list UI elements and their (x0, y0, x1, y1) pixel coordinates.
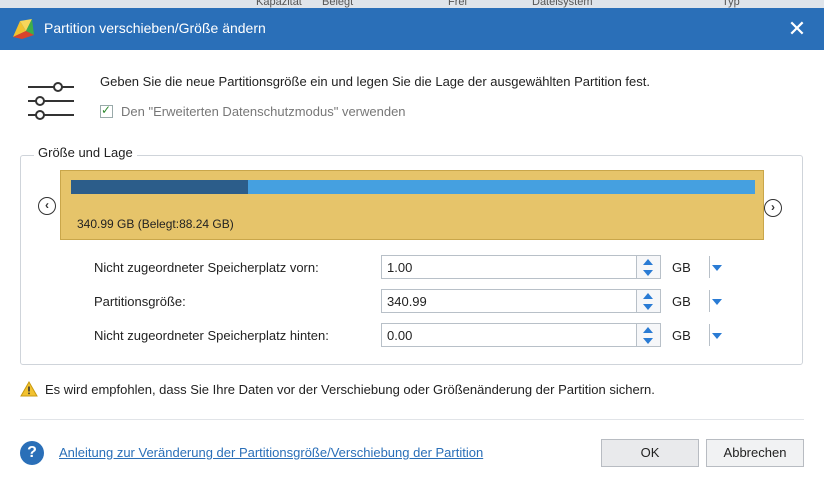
partition-size-label: 340.99 GB (Belegt:88.24 GB) (77, 217, 234, 231)
dialog-description: Geben Sie die neue Partitionsgröße ein u… (100, 74, 650, 89)
bg-column-header: Belegt (322, 0, 354, 8)
unit-dropdown-icon[interactable] (712, 299, 722, 305)
sliders-icon (28, 82, 74, 120)
unallocated-before-label: Nicht zugeordneter Speicherplatz vorn: (94, 260, 319, 275)
unit-label: GB (672, 294, 691, 309)
unit-divider (709, 256, 710, 278)
close-button[interactable]: ✕ (784, 16, 810, 42)
data-protection-checkbox[interactable] (100, 103, 113, 118)
spin-down-icon[interactable] (643, 270, 653, 276)
spin-down-icon[interactable] (643, 304, 653, 310)
warning-text: Es wird empfohlen, dass Sie Ihre Daten v… (45, 382, 655, 397)
spin-up-icon[interactable] (643, 293, 653, 299)
bg-column-header: Frei (448, 0, 467, 8)
partition-size-spinner[interactable] (637, 289, 661, 313)
bg-column-header: Dateisystem (532, 0, 593, 8)
move-left-button[interactable]: ‹ (38, 197, 56, 215)
ok-button[interactable]: OK (601, 439, 699, 467)
unallocated-after-label: Nicht zugeordneter Speicherplatz hinten: (94, 328, 329, 343)
warning-icon (20, 381, 38, 397)
partition-used-bar (71, 180, 249, 194)
help-link[interactable]: Anleitung zur Veränderung der Partitions… (59, 445, 483, 460)
group-label: Größe und Lage (34, 145, 137, 160)
partition-size-input[interactable] (381, 289, 637, 313)
bg-column-header: Kapazität (256, 0, 302, 8)
spin-up-icon[interactable] (643, 259, 653, 265)
chevron-left-icon: ‹ (45, 198, 49, 212)
unit-label: GB (672, 328, 691, 343)
partition-usage-bar (71, 180, 755, 194)
close-icon: ✕ (787, 16, 807, 41)
unallocated-before-input[interactable] (381, 255, 637, 279)
move-right-button[interactable]: › (764, 199, 782, 217)
unit-dropdown-icon[interactable] (712, 265, 722, 271)
app-logo-icon (13, 19, 34, 39)
help-icon[interactable]: ? (20, 441, 44, 465)
unallocated-after-input[interactable] (381, 323, 637, 347)
spin-down-icon[interactable] (643, 338, 653, 344)
partition-block[interactable]: 340.99 GB (Belegt:88.24 GB) (60, 170, 764, 240)
partition-size-field-label: Partitionsgröße: (94, 294, 186, 309)
unit-divider (709, 290, 710, 312)
data-protection-label[interactable]: Den "Erweiterten Datenschutzmodus" verwe… (121, 104, 406, 119)
unit-divider (709, 324, 710, 346)
title-bar[interactable]: Partition verschieben/Größe ändern ✕ (0, 8, 824, 50)
bg-column-header: Typ (722, 0, 740, 8)
spin-up-icon[interactable] (643, 327, 653, 333)
unit-dropdown-icon[interactable] (712, 333, 722, 339)
dialog-title: Partition verschieben/Größe ändern (44, 20, 266, 36)
unallocated-after-spinner[interactable] (637, 323, 661, 347)
footer-divider (20, 419, 804, 420)
unit-label: GB (672, 260, 691, 275)
cancel-button[interactable]: Abbrechen (706, 439, 804, 467)
unallocated-before-spinner[interactable] (637, 255, 661, 279)
chevron-right-icon: › (771, 200, 775, 214)
